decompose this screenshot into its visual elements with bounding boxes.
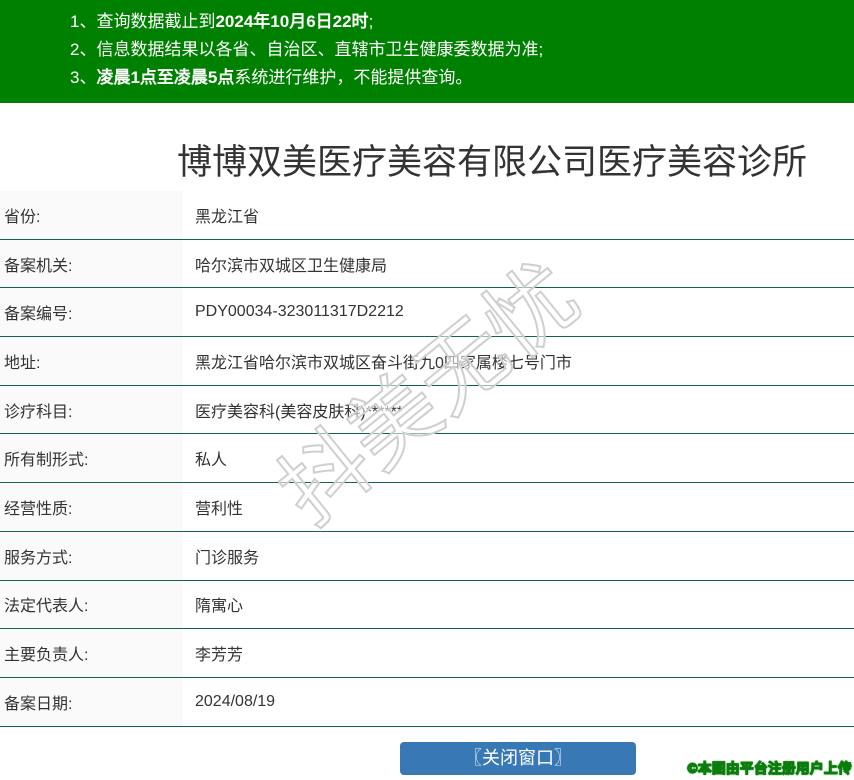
notice-line: 1、查询数据截止到2024年10月6日22时;	[70, 8, 854, 36]
row-value: 黑龙江省	[183, 191, 854, 239]
notice-number: 2、	[70, 40, 96, 59]
notice-line: 2、信息数据结果以各省、自治区、直辖市卫生健康委数据为准;	[70, 36, 854, 64]
table-row: 省份: 黑龙江省	[0, 191, 854, 240]
row-value: PDY00034-323011317D2212	[183, 288, 854, 336]
row-value: 门诊服务	[183, 532, 854, 580]
row-value: 黑龙江省哈尔滨市双城区奋斗街九0四家属楼七号门市	[183, 337, 854, 385]
row-value: 2024/08/19	[183, 678, 854, 726]
row-label: 备案机关:	[0, 240, 183, 288]
notice-header: 1、查询数据截止到2024年10月6日22时; 2、信息数据结果以各省、自治区、…	[0, 0, 854, 103]
table-row: 所有制形式: 私人	[0, 434, 854, 483]
row-value: 医疗美容科(美容皮肤科)******	[183, 386, 854, 434]
notice-number: 1、	[70, 12, 96, 31]
notice-text-bold: 凌晨1点至凌晨5点	[96, 68, 234, 87]
row-label: 诊疗科目:	[0, 386, 183, 434]
row-label: 主要负责人:	[0, 629, 183, 677]
row-label: 经营性质:	[0, 483, 183, 531]
notice-text: 信息数据结果以各省、自治区、直辖市卫生健康委数据为准;	[96, 40, 543, 59]
table-row: 法定代表人: 隋寓心	[0, 581, 854, 630]
table-row: 备案编号: PDY00034-323011317D2212	[0, 288, 854, 337]
query-result-page: 1、查询数据截止到2024年10月6日22时; 2、信息数据结果以各省、自治区、…	[0, 0, 854, 780]
row-value: 隋寓心	[183, 581, 854, 629]
row-value: 哈尔滨市双城区卫生健康局	[183, 240, 854, 288]
row-label: 省份:	[0, 191, 183, 239]
notice-number: 3、	[70, 68, 96, 87]
row-label: 所有制形式:	[0, 434, 183, 482]
row-label: 备案日期:	[0, 678, 183, 726]
table-row: 服务方式: 门诊服务	[0, 532, 854, 581]
row-value: 营利性	[183, 483, 854, 531]
table-row: 备案机关: 哈尔滨市双城区卫生健康局	[0, 240, 854, 289]
row-label: 法定代表人:	[0, 581, 183, 629]
close-window-button[interactable]: 〖关闭窗口〗	[400, 742, 636, 775]
notice-text: 系统进行维护，不能提供查询。	[234, 68, 472, 87]
notice-text: 查询数据截止到	[96, 12, 215, 31]
notice-text: ;	[369, 12, 374, 31]
uploaded-by-user-badge: ©本图由平台注册用户上传	[688, 757, 852, 777]
row-label: 服务方式:	[0, 532, 183, 580]
table-row: 诊疗科目: 医疗美容科(美容皮肤科)******	[0, 386, 854, 435]
row-label: 地址:	[0, 337, 183, 385]
table-row: 主要负责人: 李芳芳	[0, 629, 854, 678]
table-row: 地址: 黑龙江省哈尔滨市双城区奋斗街九0四家属楼七号门市	[0, 337, 854, 386]
page-title: 博博双美医疗美容有限公司医疗美容诊所	[177, 134, 807, 185]
notice-line: 3、凌晨1点至凌晨5点系统进行维护，不能提供查询。	[70, 64, 854, 92]
info-table: 省份: 黑龙江省 备案机关: 哈尔滨市双城区卫生健康局 备案编号: PDY000…	[0, 191, 854, 727]
notice-text-bold: 2024年10月6日22时	[215, 12, 368, 31]
row-value: 私人	[183, 434, 854, 482]
table-row: 经营性质: 营利性	[0, 483, 854, 532]
row-value: 李芳芳	[183, 629, 854, 677]
table-row: 备案日期: 2024/08/19	[0, 678, 854, 727]
row-label: 备案编号:	[0, 288, 183, 336]
